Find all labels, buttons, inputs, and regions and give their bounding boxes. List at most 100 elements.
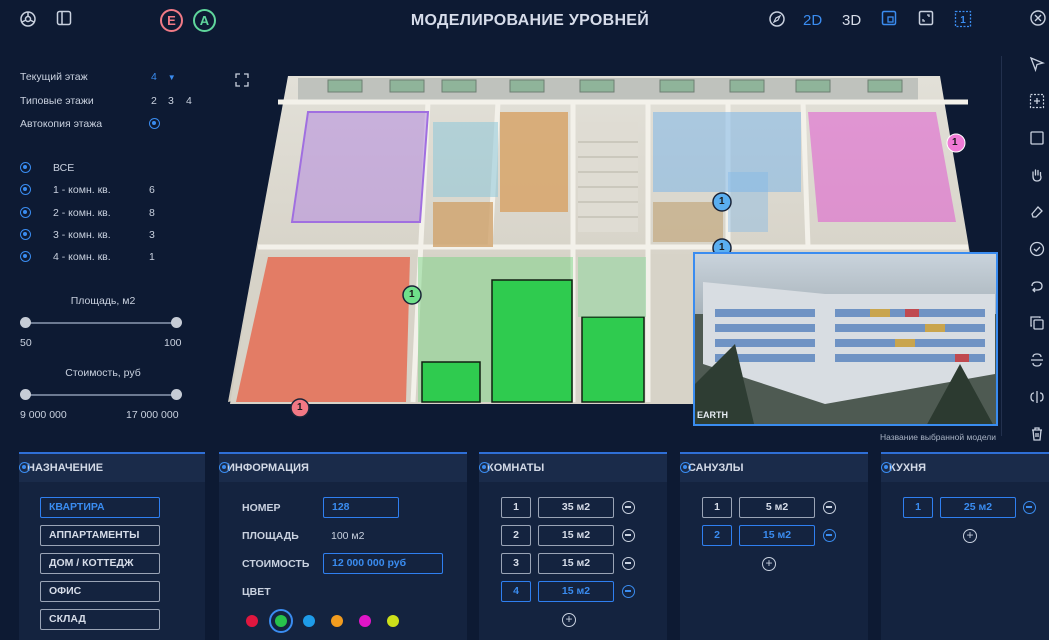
- apt-type-label-1: 1 - комн. кв.: [53, 184, 111, 196]
- hand-icon[interactable]: [1027, 167, 1047, 187]
- room-area-1[interactable]: 35 м2: [538, 497, 614, 518]
- kitchen-panel-radio[interactable]: [881, 462, 892, 473]
- eraser-icon[interactable]: [1027, 204, 1047, 224]
- autocopy-radio[interactable]: [149, 118, 160, 129]
- purpose-panel-radio[interactable]: [19, 462, 30, 473]
- kitchen-remove-1-icon[interactable]: [1023, 501, 1036, 514]
- sidebar-toggle-icon[interactable]: [54, 10, 74, 30]
- apt-type-radio-all[interactable]: [20, 162, 31, 173]
- typical-floor-2[interactable]: 2: [151, 94, 157, 108]
- apt-type-radio-4[interactable]: [20, 251, 31, 262]
- room-remove-3-icon[interactable]: [622, 557, 635, 570]
- room-number-3[interactable]: 3: [501, 553, 531, 574]
- room-number-4[interactable]: 4: [501, 581, 531, 602]
- undo-icon[interactable]: [1027, 278, 1047, 298]
- color-swatch-lime[interactable]: [387, 615, 399, 627]
- rectangle-icon[interactable]: [1027, 130, 1047, 150]
- bathroom-area-2[interactable]: 15 м2: [739, 525, 815, 546]
- bathroom-number-2[interactable]: 2: [702, 525, 732, 546]
- purpose-option-office[interactable]: ОФИС: [40, 581, 160, 602]
- apt-type-radio-2[interactable]: [20, 207, 31, 218]
- flip-horizontal-icon[interactable]: [1027, 389, 1047, 409]
- typical-floor-3[interactable]: 3: [168, 94, 174, 108]
- floor-select-icon[interactable]: 1: [953, 10, 973, 30]
- toolbar-divider: [1001, 56, 1002, 436]
- room-add-icon[interactable]: +: [562, 613, 576, 627]
- badge-e[interactable]: E: [160, 9, 183, 32]
- color-swatch-green[interactable]: [275, 615, 287, 627]
- info-panel-radio[interactable]: [219, 462, 230, 473]
- color-swatch-blue[interactable]: [303, 615, 315, 627]
- mode-2d-button[interactable]: 2D: [803, 12, 822, 29]
- bathroom-remove-1-icon[interactable]: [823, 501, 836, 514]
- add-area-icon[interactable]: [1027, 93, 1047, 113]
- kitchen-area-1[interactable]: 25 м2: [940, 497, 1016, 518]
- price-slider-track[interactable]: [25, 394, 177, 396]
- apt-type-count-3: 3: [149, 229, 155, 241]
- current-floor-select[interactable]: 4 ▼: [151, 70, 176, 84]
- layout-icon[interactable]: [879, 10, 899, 30]
- badge-a[interactable]: A: [193, 9, 216, 32]
- pointer-icon[interactable]: [1027, 56, 1047, 76]
- price-field[interactable]: 12 000 000 руб: [323, 553, 443, 574]
- kitchen-add-icon[interactable]: +: [963, 529, 977, 543]
- purpose-option-warehouse[interactable]: СКЛАД: [40, 609, 160, 630]
- bathroom-add-icon[interactable]: +: [762, 557, 776, 571]
- model-preview[interactable]: EARTH: [693, 252, 998, 426]
- area-slider-min-handle[interactable]: [20, 317, 31, 328]
- purpose-panel-header: НАЗНАЧЕНИЕ: [19, 454, 205, 482]
- room-area-2[interactable]: 15 м2: [538, 525, 614, 546]
- rooms-panel: КОМНАТЫ 1 35 м2 2 15 м2 3 15 м2 4 15 м2 …: [479, 452, 667, 640]
- bathroom-area-1[interactable]: 5 м2: [739, 497, 815, 518]
- bathroom-remove-2-icon[interactable]: [823, 529, 836, 542]
- kitchen-panel: КУХНЯ 1 25 м2 +: [881, 452, 1049, 640]
- autocopy-label: Автокопия этажа: [20, 118, 103, 130]
- trash-icon[interactable]: [1027, 426, 1047, 446]
- expand-icon[interactable]: [916, 10, 936, 30]
- flip-vertical-icon[interactable]: [1027, 352, 1047, 372]
- close-icon[interactable]: [1028, 10, 1048, 30]
- info-panel-header: ИНФОРМАЦИЯ: [219, 454, 467, 482]
- number-label: НОМЕР: [242, 502, 281, 514]
- apt-type-radio-3[interactable]: [20, 229, 31, 240]
- typical-floor-4[interactable]: 4: [186, 94, 192, 108]
- bathroom-number-1[interactable]: 1: [702, 497, 732, 518]
- marker-red[interactable]: 1: [297, 402, 305, 413]
- room-area-4[interactable]: 15 м2: [538, 581, 614, 602]
- kitchen-number-1[interactable]: 1: [903, 497, 933, 518]
- compass-icon[interactable]: [767, 10, 787, 30]
- color-swatch-red[interactable]: [246, 615, 258, 627]
- marker-pink[interactable]: 1: [952, 137, 960, 148]
- rooms-panel-radio[interactable]: [479, 462, 490, 473]
- floorplan-viewport[interactable]: 1 1 1 1 1 EARTH Название выбранной модел…: [228, 62, 998, 442]
- marker-green[interactable]: 1: [409, 289, 417, 300]
- apt-type-radio-1[interactable]: [20, 184, 31, 195]
- target-icon[interactable]: [18, 10, 38, 30]
- color-swatch-orange[interactable]: [331, 615, 343, 627]
- bathrooms-panel-radio[interactable]: [680, 462, 691, 473]
- check-icon[interactable]: [1027, 241, 1047, 261]
- apt-type-count-2: 8: [149, 207, 155, 219]
- room-remove-1-icon[interactable]: [622, 501, 635, 514]
- purpose-option-apartments[interactable]: АППАРТАМЕНТЫ: [40, 525, 160, 546]
- copy-icon[interactable]: [1027, 315, 1047, 335]
- room-number-1[interactable]: 1: [501, 497, 531, 518]
- area-min-value: 50: [20, 337, 32, 349]
- purpose-option-house[interactable]: ДОМ / КОТТЕДЖ: [40, 553, 160, 574]
- mode-3d-button[interactable]: 3D: [842, 12, 861, 29]
- area-slider-max-handle[interactable]: [171, 317, 182, 328]
- current-floor-label: Текущий этаж: [20, 71, 88, 83]
- price-slider-max-handle[interactable]: [171, 389, 182, 400]
- current-floor-value: 4: [151, 71, 157, 83]
- color-swatch-magenta[interactable]: [359, 615, 371, 627]
- room-remove-2-icon[interactable]: [622, 529, 635, 542]
- marker-blue-1[interactable]: 1: [719, 196, 727, 207]
- purpose-panel: НАЗНАЧЕНИЕ КВАРТИРА АППАРТАМЕНТЫ ДОМ / К…: [19, 452, 205, 640]
- area-slider-track[interactable]: [25, 322, 177, 324]
- room-number-2[interactable]: 2: [501, 525, 531, 546]
- room-remove-4-icon[interactable]: [622, 585, 635, 598]
- purpose-option-apartment[interactable]: КВАРТИРА: [40, 497, 160, 518]
- room-area-3[interactable]: 15 м2: [538, 553, 614, 574]
- number-field[interactable]: 128: [323, 497, 399, 518]
- price-slider-min-handle[interactable]: [20, 389, 31, 400]
